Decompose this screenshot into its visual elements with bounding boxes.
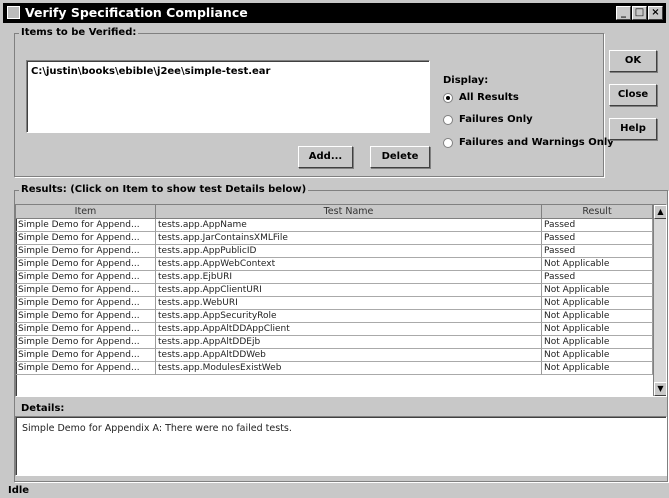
close-window-button[interactable]: × <box>648 6 663 20</box>
cell-item: Simple Demo for Append... <box>16 284 156 297</box>
cell-test-name: tests.app.WebURI <box>156 297 542 310</box>
radio-icon[interactable] <box>443 138 453 148</box>
results-scrollbar[interactable]: ▲ ▼ <box>653 205 666 396</box>
results-table: Item Test Name Result Simple Demo for Ap… <box>15 204 667 397</box>
cell-result: Passed <box>542 219 653 232</box>
window-title: Verify Specification Compliance <box>25 5 248 20</box>
cell-result: Not Applicable <box>542 284 653 297</box>
minimize-button[interactable]: _ <box>616 6 631 20</box>
cell-item: Simple Demo for Append... <box>16 323 156 336</box>
add-button[interactable]: Add... <box>298 146 353 168</box>
help-button[interactable]: Help <box>609 118 657 140</box>
maximize-button[interactable]: □ <box>632 6 647 20</box>
table-row[interactable]: Simple Demo for Append... tests.app.AppAl… <box>16 323 653 336</box>
scroll-down-button[interactable]: ▼ <box>654 382 666 396</box>
cell-test-name: tests.app.EjbURI <box>156 271 542 284</box>
cell-item: Simple Demo for Append... <box>16 310 156 323</box>
column-header-result[interactable]: Result <box>542 205 653 219</box>
cell-result: Not Applicable <box>542 349 653 362</box>
maximize-icon: □ <box>634 7 645 18</box>
items-group-legend: Items to be Verified: <box>19 27 139 38</box>
table-row[interactable]: Simple Demo for Append... tests.app.AppAl… <box>16 336 653 349</box>
cell-item: Simple Demo for Append... <box>16 297 156 310</box>
details-text: Simple Demo for Appendix A: There were n… <box>22 423 292 434</box>
cell-item: Simple Demo for Append... <box>16 219 156 232</box>
cell-result: Not Applicable <box>542 258 653 271</box>
items-list[interactable]: C:\justin\books\ebible\j2ee\simple-test.… <box>26 60 430 133</box>
table-row[interactable]: Simple Demo for Append... tests.app.AppCl… <box>16 284 653 297</box>
radio-selected-icon[interactable] <box>443 93 453 103</box>
column-header-item[interactable]: Item <box>16 205 156 219</box>
cell-result: Not Applicable <box>542 336 653 349</box>
cell-test-name: tests.app.ModulesExistWeb <box>156 362 542 375</box>
list-item[interactable]: C:\justin\books\ebible\j2ee\simple-test.… <box>31 66 271 77</box>
cell-result: Not Applicable <box>542 323 653 336</box>
verify-compliance-window: Verify Specification Compliance _ □ × It… <box>0 0 669 498</box>
cell-item: Simple Demo for Append... <box>16 336 156 349</box>
table-row[interactable]: Simple Demo for Append... tests.app.AppPu… <box>16 245 653 258</box>
cell-item: Simple Demo for Append... <box>16 362 156 375</box>
results-table-body: Simple Demo for Append... tests.app.AppNa… <box>16 219 653 375</box>
radio-icon[interactable] <box>443 115 453 125</box>
table-row[interactable]: Simple Demo for Append... tests.app.AppSe… <box>16 310 653 323</box>
details-text-area[interactable]: Simple Demo for Appendix A: There were n… <box>15 416 667 476</box>
table-row[interactable]: Simple Demo for Append... tests.app.JarCo… <box>16 232 653 245</box>
cell-result: Passed <box>542 245 653 258</box>
cell-test-name: tests.app.AppAltDDAppClient <box>156 323 542 336</box>
cell-result: Not Applicable <box>542 297 653 310</box>
cell-test-name: tests.app.AppWebContext <box>156 258 542 271</box>
table-row[interactable]: Simple Demo for Append... tests.app.AppNa… <box>16 219 653 232</box>
display-label: Display: <box>443 75 489 86</box>
table-row[interactable]: Simple Demo for Append... tests.app.WebUR… <box>16 297 653 310</box>
cell-item: Simple Demo for Append... <box>16 258 156 271</box>
close-icon: × <box>651 7 660 18</box>
cell-item: Simple Demo for Append... <box>16 245 156 258</box>
table-row[interactable]: Simple Demo for Append... tests.app.EjbUR… <box>16 271 653 284</box>
cell-test-name: tests.app.AppName <box>156 219 542 232</box>
cell-test-name: tests.app.AppClientURI <box>156 284 542 297</box>
cell-result: Not Applicable <box>542 362 653 375</box>
table-row[interactable]: Simple Demo for Append... tests.app.AppWe… <box>16 258 653 271</box>
status-text: Idle <box>8 485 30 496</box>
radio-label: Failures Only <box>459 114 533 125</box>
scroll-up-button[interactable]: ▲ <box>654 205 666 219</box>
radio-label: Failures and Warnings Only <box>459 137 614 148</box>
cell-test-name: tests.app.AppAltDDWeb <box>156 349 542 362</box>
radio-label: All Results <box>459 92 519 103</box>
results-group-legend: Results: (Click on Item to show test Det… <box>19 184 309 195</box>
cell-test-name: tests.app.JarContainsXMLFile <box>156 232 542 245</box>
results-table-header: Item Test Name Result <box>16 205 653 219</box>
app-icon <box>7 6 20 19</box>
ok-button[interactable]: OK <box>609 50 657 72</box>
cell-test-name: tests.app.AppAltDDEjb <box>156 336 542 349</box>
column-header-test-name[interactable]: Test Name <box>156 205 542 219</box>
cell-item: Simple Demo for Append... <box>16 271 156 284</box>
title-bar[interactable]: Verify Specification Compliance _ □ × <box>3 3 666 23</box>
table-row[interactable]: Simple Demo for Append... tests.app.Modul… <box>16 362 653 375</box>
cell-test-name: tests.app.AppPublicID <box>156 245 542 258</box>
table-row[interactable]: Simple Demo for Append... tests.app.AppAl… <box>16 349 653 362</box>
cell-result: Passed <box>542 271 653 284</box>
cell-item: Simple Demo for Append... <box>16 232 156 245</box>
delete-button[interactable]: Delete <box>370 146 430 168</box>
cell-test-name: tests.app.AppSecurityRole <box>156 310 542 323</box>
minimize-icon: _ <box>621 7 626 18</box>
details-label: Details: <box>21 403 65 414</box>
cell-result: Passed <box>542 232 653 245</box>
close-button[interactable]: Close <box>609 84 657 106</box>
cell-item: Simple Demo for Append... <box>16 349 156 362</box>
cell-result: Not Applicable <box>542 310 653 323</box>
